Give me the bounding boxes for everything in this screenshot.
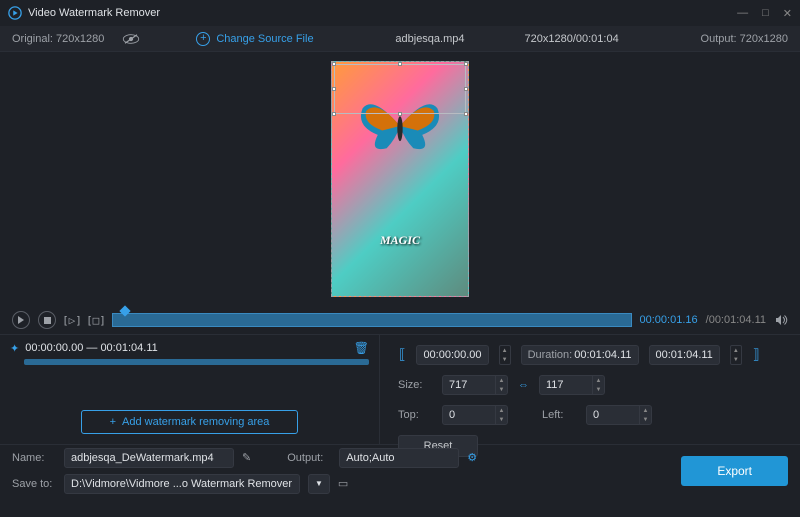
spin-up[interactable]: ▲ xyxy=(496,376,507,385)
top-field[interactable]: ▲▼ xyxy=(442,405,508,425)
frame-back-button[interactable]: [▷] xyxy=(64,312,80,328)
watermark-selection-box[interactable] xyxy=(334,64,466,114)
start-time-field[interactable]: 00:00:00.00 xyxy=(416,345,488,365)
video-overlay-text: MAGIC xyxy=(380,233,420,248)
playhead-icon[interactable] xyxy=(119,305,130,316)
add-watermark-label: Add watermark removing area xyxy=(122,416,269,428)
saveto-dropdown[interactable]: ▼ xyxy=(308,474,330,494)
original-resolution-label: Original: 720x1280 xyxy=(12,33,104,45)
window-title: Video Watermark Remover xyxy=(28,7,737,19)
range-end-bracket[interactable]: ⟧ xyxy=(752,347,760,363)
watermark-time-range: 00:00:00.00 — 00:01:04.11 xyxy=(25,342,348,354)
width-field[interactable]: ▲▼ xyxy=(442,375,508,395)
delete-watermark-button[interactable]: 🗑 xyxy=(354,341,369,355)
properties-panel: ⟦ 00:00:00.00 ▲▼ Duration:00:01:04.11 00… xyxy=(380,335,800,444)
spin-down[interactable]: ▼ xyxy=(593,385,604,394)
video-preview: MAGIC xyxy=(0,52,800,306)
output-name-field[interactable]: adbjesqa_DeWatermark.mp4 xyxy=(64,448,234,468)
maximize-button[interactable]: □ xyxy=(762,7,769,20)
add-watermark-area-button[interactable]: + Add watermark removing area xyxy=(81,410,299,434)
spin-up[interactable]: ▲ xyxy=(640,406,651,415)
watermark-list-panel: ✦ 00:00:00.00 — 00:01:04.11 🗑 + Add wate… xyxy=(0,335,380,444)
output-settings-button[interactable]: ⚙ xyxy=(467,451,477,464)
current-filename: adbjesqa.mp4 xyxy=(395,33,464,45)
change-source-label: Change Source File xyxy=(216,33,313,45)
watermark-track[interactable] xyxy=(24,359,369,365)
spin-down[interactable]: ▼ xyxy=(731,355,741,364)
change-source-button[interactable]: + Change Source File xyxy=(196,32,313,46)
plus-icon: + xyxy=(110,416,116,428)
watermark-segment-row[interactable]: ✦ 00:00:00.00 — 00:01:04.11 🗑 xyxy=(10,341,369,355)
output-label: Output: xyxy=(287,452,331,464)
current-time: 00:00:01.16 xyxy=(640,314,698,326)
spin-up[interactable]: ▲ xyxy=(496,406,507,415)
duration-field[interactable]: Duration:00:01:04.11 xyxy=(521,345,639,365)
video-frame[interactable]: MAGIC xyxy=(331,61,469,297)
name-label: Name: xyxy=(12,452,56,464)
open-folder-button[interactable]: ▭ xyxy=(338,477,348,490)
preview-toggle-icon[interactable] xyxy=(122,33,140,45)
playback-controls: [▷] [□] 00:00:01.16/00:01:04.11 xyxy=(0,306,800,334)
minimize-button[interactable]: — xyxy=(737,7,748,20)
saveto-field[interactable]: D:\Vidmore\Vidmore ...o Watermark Remove… xyxy=(64,474,300,494)
height-field[interactable]: ▲▼ xyxy=(539,375,605,395)
total-time: /00:01:04.11 xyxy=(706,314,766,326)
export-button[interactable]: Export xyxy=(681,456,788,486)
plus-icon: + xyxy=(196,32,210,46)
spin-down[interactable]: ▼ xyxy=(496,385,507,394)
spin-up[interactable]: ▲ xyxy=(731,346,741,355)
spin-up[interactable]: ▲ xyxy=(593,376,604,385)
spin-down[interactable]: ▼ xyxy=(496,415,507,424)
saveto-label: Save to: xyxy=(12,478,56,490)
left-label: Left: xyxy=(542,409,576,421)
output-format-field[interactable]: Auto;Auto xyxy=(339,448,459,468)
spin-up[interactable]: ▲ xyxy=(500,346,510,355)
edit-name-icon[interactable]: ✎ xyxy=(242,451,251,464)
top-label: Top: xyxy=(398,409,432,421)
size-label: Size: xyxy=(398,379,432,391)
play-button[interactable] xyxy=(12,311,30,329)
spin-down[interactable]: ▼ xyxy=(640,415,651,424)
top-toolbar: Original: 720x1280 + Change Source File … xyxy=(0,26,800,52)
end-time-field[interactable]: 00:01:04.11 xyxy=(649,345,720,365)
seek-bar[interactable] xyxy=(112,313,632,327)
range-start-bracket[interactable]: ⟦ xyxy=(398,347,406,363)
left-field[interactable]: ▲▼ xyxy=(586,405,652,425)
stop-button[interactable] xyxy=(38,311,56,329)
frame-forward-button[interactable]: [□] xyxy=(88,312,104,328)
app-logo-icon xyxy=(8,6,22,20)
volume-icon[interactable] xyxy=(774,313,788,327)
watermark-icon: ✦ xyxy=(10,342,19,355)
output-resolution-label: Output: 720x1280 xyxy=(701,33,788,45)
aspect-lock-icon[interactable]: ⇔ xyxy=(518,379,529,391)
spin-down[interactable]: ▼ xyxy=(500,355,510,364)
resolution-duration: 720x1280/00:01:04 xyxy=(525,33,619,45)
close-button[interactable]: ✕ xyxy=(783,7,792,20)
title-bar: Video Watermark Remover — □ ✕ xyxy=(0,0,800,26)
